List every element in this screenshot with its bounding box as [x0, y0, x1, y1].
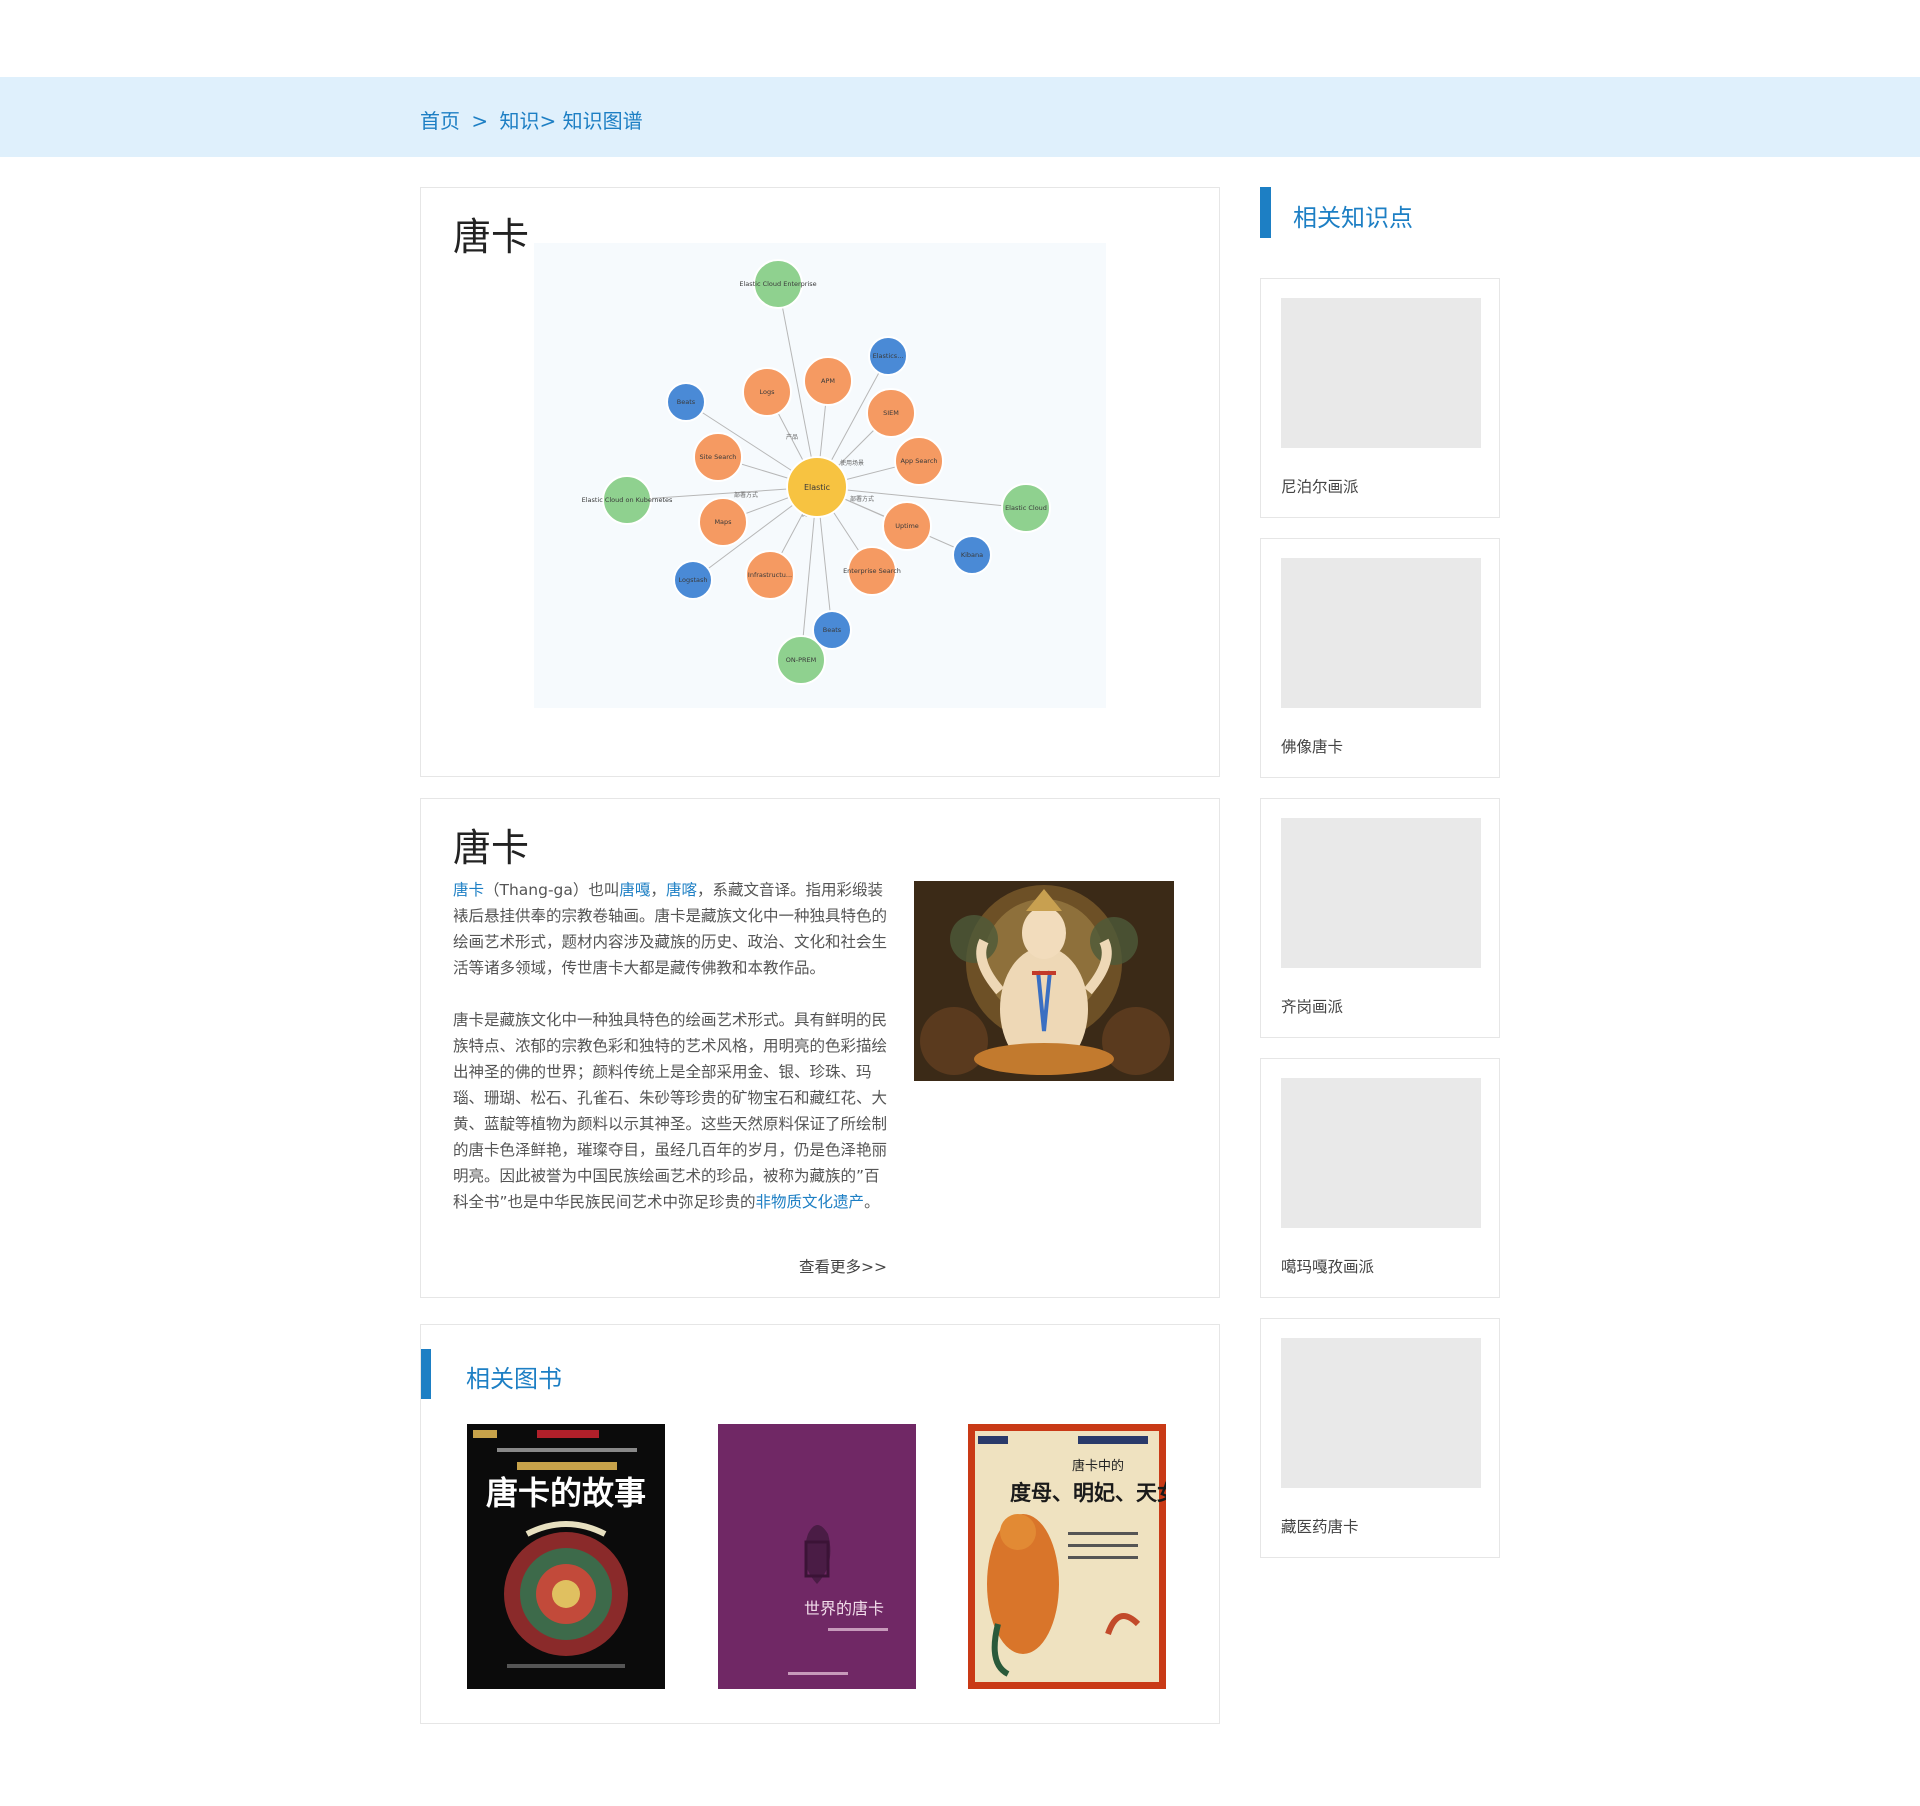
knowledge-graph[interactable]: 部署方式使用场景产品部署方式使用场景Elastic Cloud Enterpri…: [534, 243, 1106, 708]
intro-paragraph-2: 唐卡是藏族文化中一种独具特色的绘画艺术形式。具有鲜明的民族特点、浓郁的宗教色彩和…: [453, 1007, 887, 1215]
graph-node-label: Kibana: [961, 551, 983, 559]
related-point-thumbnail: [1281, 1078, 1481, 1228]
book-cover[interactable]: 唐卡中的 度母、明妃、天女: [968, 1424, 1166, 1689]
graph-node[interactable]: Elastic Cloud: [1001, 483, 1051, 533]
graph-node-label: Logstash: [678, 576, 707, 584]
heading-accent-bar: [1260, 187, 1271, 238]
graph-edge-label: 部署方式: [734, 491, 758, 499]
intro-card-title: 唐卡: [453, 826, 530, 870]
graph-node[interactable]: Maps: [698, 497, 748, 547]
thangka-image: [914, 881, 1174, 1081]
book-subtitle-text: 度母、明妃、天女: [1010, 1480, 1166, 1505]
graph-node[interactable]: Uptime: [882, 501, 932, 551]
related-point-name: 噶玛嘎孜画派: [1281, 1258, 1375, 1276]
graph-node-label: Logs: [760, 388, 776, 396]
intro-text-fragment: （Thang-ga）也叫: [484, 881, 620, 899]
graph-node[interactable]: Beats: [666, 382, 706, 422]
tangka-link[interactable]: 唐卡: [453, 881, 484, 899]
breadcrumb-separator: >: [471, 109, 489, 133]
breadcrumb-current[interactable]: 知识图谱: [563, 109, 643, 133]
related-point-thumbnail: [1281, 298, 1481, 448]
related-point-thumbnail: [1281, 818, 1481, 968]
intro-text-fragment: 唐卡是藏族文化中一种独具特色的绘画艺术形式。具有鲜明的民族特点、浓郁的宗教色彩和…: [453, 1011, 888, 1211]
graph-node[interactable]: Infrastructu...: [745, 550, 795, 600]
graph-edge-label: 使用场景: [840, 459, 864, 467]
graph-node-label: APM: [821, 377, 835, 385]
related-points-title: 相关知识点: [1293, 204, 1413, 232]
graph-node[interactable]: APM: [803, 356, 853, 406]
graph-node-label: Uptime: [895, 522, 919, 530]
graph-node[interactable]: Enterprise Search: [843, 546, 901, 596]
graph-node[interactable]: Kibana: [952, 535, 992, 575]
intro-text: 唐卡（Thang-ga）也叫唐嘎，唐喀，系藏文音译。指用彩缎装裱后悬挂供奉的宗教…: [453, 877, 887, 1241]
breadcrumb-home-link[interactable]: 首页: [420, 109, 460, 133]
graph-edge-label: 部署方式: [850, 495, 874, 503]
graph-node[interactable]: Logs: [742, 367, 792, 417]
graph-edge-label: 产品: [786, 433, 798, 441]
graph-node[interactable]: Elastic Cloud Enterprise: [739, 259, 817, 309]
graph-node-label: Site Search: [700, 453, 737, 461]
book-title-text: 世界的唐卡: [804, 1599, 884, 1618]
graph-node[interactable]: Elastic Cloud on Kubernetes: [582, 475, 673, 525]
knowledge-graph-card: 唐卡 部署方式使用场景产品部署方式使用场景Elastic Cloud Enter…: [420, 187, 1220, 777]
related-point-name: 佛像唐卡: [1281, 738, 1344, 756]
breadcrumb-knowledge-link[interactable]: 知识>: [499, 109, 556, 133]
related-point-card[interactable]: 齐岗画派: [1260, 798, 1500, 1038]
graph-node[interactable]: App Search: [894, 436, 944, 486]
graph-node-label: Elastic Cloud: [1005, 504, 1047, 512]
related-books-card: 相关图书 唐卡的故事 世界的唐卡 唐卡中的 度母、明妃、天女: [420, 1324, 1220, 1724]
graph-edge: [816, 486, 1027, 509]
graph-node-label: Elastics...: [873, 352, 904, 360]
book-cover[interactable]: 世界的唐卡: [718, 1424, 916, 1689]
tangka-alt-link[interactable]: 唐喀: [666, 881, 697, 899]
breadcrumb-bar: 首页 > 知识> 知识图谱: [0, 77, 1920, 157]
book-title-text: 唐卡的故事: [486, 1474, 646, 1512]
graph-node-label: Elastic Cloud Enterprise: [739, 280, 816, 288]
breadcrumb: 首页 > 知识> 知识图谱: [420, 105, 643, 134]
heritage-link[interactable]: 非物质文化遗产: [756, 1193, 865, 1211]
graph-node-label: Maps: [714, 518, 732, 526]
related-point-card[interactable]: 藏医药唐卡: [1260, 1318, 1500, 1558]
related-books-title: 相关图书: [466, 1365, 562, 1393]
graph-node[interactable]: Beats: [812, 610, 852, 650]
related-point-card[interactable]: 尼泊尔画派: [1260, 278, 1500, 518]
related-point-card[interactable]: 佛像唐卡: [1260, 538, 1500, 778]
graph-node[interactable]: Elastics...: [868, 336, 908, 376]
graph-center-label: Elastic: [804, 483, 830, 492]
heading-accent-bar: [421, 1349, 431, 1399]
book-title-text: 唐卡中的: [1072, 1458, 1124, 1474]
intro-card: 唐卡 唐卡（Thang-ga）也叫唐嘎，唐喀，系藏文音译。指用彩缎装裱后悬挂供奉…: [420, 798, 1220, 1298]
graph-node[interactable]: Logstash: [673, 560, 713, 600]
intro-comma: ，: [650, 881, 666, 899]
related-point-name: 齐岗画派: [1281, 998, 1344, 1016]
graph-node[interactable]: SIEM: [866, 388, 916, 438]
graph-node[interactable]: Site Search: [693, 432, 743, 482]
related-point-thumbnail: [1281, 558, 1481, 708]
graph-card-title: 唐卡: [453, 215, 530, 259]
graph-node-label: Beats: [823, 626, 842, 634]
related-point-name: 尼泊尔画派: [1281, 478, 1359, 496]
graph-node-label: SIEM: [883, 409, 899, 417]
intro-paragraph-1: 唐卡（Thang-ga）也叫唐嘎，唐喀，系藏文音译。指用彩缎装裱后悬挂供奉的宗教…: [453, 877, 887, 981]
graph-node-label: App Search: [900, 457, 937, 465]
graph-node-label: Infrastructu...: [748, 571, 792, 579]
related-point-name: 藏医药唐卡: [1281, 1518, 1359, 1536]
book-cover[interactable]: 唐卡的故事: [467, 1424, 665, 1689]
related-point-thumbnail: [1281, 1338, 1481, 1488]
graph-node-label: Beats: [677, 398, 696, 406]
intro-period: 。: [864, 1193, 880, 1211]
graph-node-label: Enterprise Search: [843, 567, 901, 575]
graph-node-label: Elastic Cloud on Kubernetes: [582, 496, 673, 504]
related-point-card[interactable]: 噶玛嘎孜画派: [1260, 1058, 1500, 1298]
graph-node-label: ON-PREM: [786, 656, 816, 664]
graph-center-node[interactable]: Elastic: [786, 456, 848, 518]
tanggu-link[interactable]: 唐嘎: [619, 881, 650, 899]
view-more-link[interactable]: 查看更多>>: [799, 1255, 887, 1277]
